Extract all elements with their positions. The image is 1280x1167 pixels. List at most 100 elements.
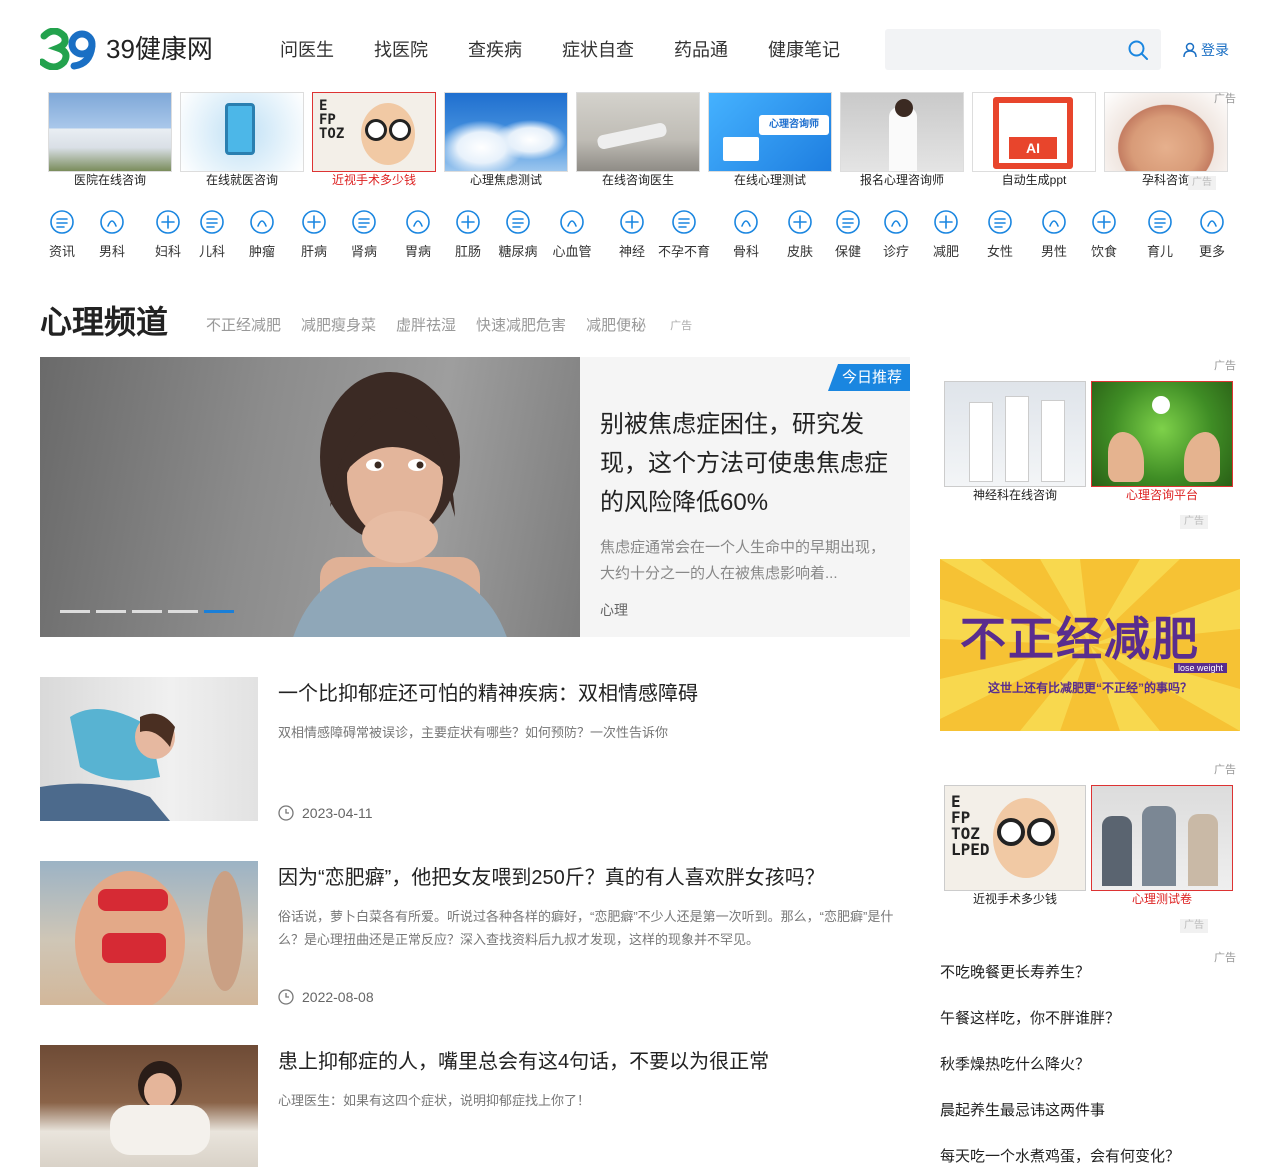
sidebar-ad-item[interactable]: E FP TOZ LPED 近视手术多少钱: [944, 785, 1086, 907]
category-food[interactable]: 饮食: [1082, 208, 1126, 260]
ad-close-button[interactable]: 广告: [1188, 176, 1216, 190]
login-link[interactable]: 登录: [1183, 40, 1229, 60]
channel-tag-link[interactable]: 不正经减肥: [206, 314, 281, 335]
category-diabetes[interactable]: 糖尿病: [488, 208, 548, 260]
diabetes-icon: [506, 210, 530, 234]
clock-icon: [278, 805, 294, 821]
category-health[interactable]: 保健: [826, 208, 870, 260]
carousel-dot[interactable]: [96, 610, 126, 613]
channel-tag-link[interactable]: 虚胖祛湿: [396, 314, 456, 335]
article-summary: 双相情感障碍常被误诊，主要症状有哪些？如何预防？一次性告诉你: [278, 725, 669, 740]
category-diet[interactable]: 减肥: [924, 208, 968, 260]
ad-caption: 报名心理咨询师: [859, 173, 944, 187]
article-thumbnail[interactable]: [40, 1045, 258, 1167]
ad-item[interactable]: 心理咨询师 在线心理测试: [708, 92, 832, 188]
article-date-text: 2022-08-08: [302, 989, 374, 1005]
site-logo[interactable]: 39健康网: [40, 28, 213, 70]
ad-close-button[interactable]: 广告: [1180, 515, 1208, 529]
hot-link[interactable]: 秋季燥热吃什么降火？: [940, 1054, 1240, 1076]
ad-item[interactable]: E FP TOZ 近视手术多少钱: [312, 92, 436, 188]
banner-en-label: lose weight: [1174, 663, 1228, 673]
sidebar-ad-item[interactable]: 心理咨询平台: [1091, 381, 1233, 503]
category-label: 胃病: [404, 244, 431, 259]
channel-tag-link[interactable]: 快速减肥危害: [476, 314, 566, 335]
category-more[interactable]: 更多: [1190, 208, 1234, 260]
category-clinic[interactable]: 诊疗: [874, 208, 918, 260]
carousel-dot[interactable]: [168, 610, 198, 613]
category-women[interactable]: 女性: [978, 208, 1022, 260]
category-liver[interactable]: 肝病: [292, 208, 336, 260]
search-input[interactable]: [885, 29, 1115, 70]
liver-icon: [302, 210, 326, 234]
category-parenting[interactable]: 育儿: [1138, 208, 1182, 260]
news-icon: [50, 210, 74, 234]
category-skin[interactable]: 皮肤: [778, 208, 822, 260]
article-title[interactable]: 患上抑郁症的人，嘴里总会有这4句话，不要以为很正常: [278, 1049, 769, 1075]
category-male[interactable]: 男科: [90, 208, 134, 260]
hot-link[interactable]: 每天吃一个水煮鸡蛋，会有何变化？: [940, 1146, 1240, 1167]
ad-close-button[interactable]: 广告: [1180, 919, 1208, 933]
male-icon: [100, 210, 124, 234]
ad-item[interactable]: 孕科咨询: [1104, 92, 1228, 188]
search-icon[interactable]: [1127, 39, 1149, 61]
category-stomach[interactable]: 胃病: [396, 208, 440, 260]
category-label: 骨科: [732, 244, 759, 259]
ad-image-strip: 医院在线咨询 在线就医咨询 E FP TOZ 近视手术多少钱 心理焦虑测试 在线咨询…: [40, 92, 1240, 192]
carousel-dot[interactable]: [132, 610, 162, 613]
article-title[interactable]: 因为“恋肥癖”，他把女友喂到250斤？真的有人喜欢胖女孩吗？: [278, 865, 825, 891]
hot-link[interactable]: 不吃晚餐更长寿养生？: [940, 962, 1240, 984]
category-kidney[interactable]: 肾病: [342, 208, 386, 260]
article-item[interactable]: 患上抑郁症的人，嘴里总会有这4句话，不要以为很正常 心理医生：如果有这四个症状，…: [40, 1045, 910, 1167]
ad-item[interactable]: AI 自动生成ppt: [972, 92, 1096, 188]
ad-item[interactable]: 在线咨询医生: [576, 92, 700, 188]
featured-article[interactable]: 今日推荐 别被焦虑症困住，研究发现，这个方法可使患焦虑症的风险降低60% 焦虑症…: [40, 357, 910, 637]
category-label: 诊疗: [882, 244, 909, 259]
featured-title[interactable]: 别被焦虑症困住，研究发现，这个方法可使患焦虑症的风险降低60%: [600, 405, 900, 522]
channel-tag-link[interactable]: 减肥便秘: [586, 314, 646, 335]
article-thumbnail[interactable]: [40, 861, 258, 1005]
ad-item[interactable]: 心理焦虑测试: [444, 92, 568, 188]
nav-item-diseases[interactable]: 查疾病: [468, 38, 522, 62]
category-child[interactable]: 儿科: [190, 208, 234, 260]
carousel-dot[interactable]: [60, 610, 90, 613]
ad-item[interactable]: 医院在线咨询: [48, 92, 172, 188]
nav-item-ask-doctor[interactable]: 问医生: [280, 38, 334, 62]
child-icon: [200, 210, 224, 234]
nav-item-drugs[interactable]: 药品通: [674, 38, 728, 62]
article-thumbnail-illustration: [40, 709, 175, 821]
category-label: 妇科: [154, 244, 181, 259]
category-infertility[interactable]: 不孕不育: [654, 208, 714, 260]
category-ortho[interactable]: 骨科: [724, 208, 768, 260]
sidebar-banner-ad[interactable]: 不正经减肥 lose weight 这世上还有比减肥更“不正经”的事吗？: [940, 559, 1240, 731]
infertility-icon: [672, 210, 696, 234]
parenting-icon: [1148, 210, 1172, 234]
hot-link[interactable]: 午餐这样吃，你不胖谁胖？: [940, 1008, 1240, 1030]
article-item[interactable]: 一个比抑郁症还可怕的精神疾病：双相情感障碍 双相情感障碍常被误诊，主要症状有哪些…: [40, 677, 910, 821]
category-neuro[interactable]: 神经: [610, 208, 654, 260]
article-title[interactable]: 一个比抑郁症还可怕的精神疾病：双相情感障碍: [278, 681, 698, 707]
category-news[interactable]: 资讯: [40, 208, 84, 260]
category-tumor[interactable]: 肿瘤: [240, 208, 284, 260]
ad-item[interactable]: 在线就医咨询: [180, 92, 304, 188]
category-anorectal[interactable]: 肛肠: [446, 208, 490, 260]
sidebar-ad-item[interactable]: 心理测试卷: [1091, 785, 1233, 907]
ad-thumb-text: 心理咨询师: [759, 115, 829, 135]
category-label: 减肥: [932, 244, 959, 259]
nav-item-health-notes[interactable]: 健康笔记: [768, 38, 840, 62]
category-cardio[interactable]: 心血管: [542, 208, 602, 260]
channel-tag-link[interactable]: 减肥瘦身菜: [301, 314, 376, 335]
featured-image[interactable]: [40, 357, 580, 637]
nav-item-find-hospital[interactable]: 找医院: [374, 38, 428, 62]
ad-item[interactable]: 报名心理咨询师: [840, 92, 964, 188]
article-thumbnail[interactable]: [40, 677, 258, 821]
sidebar-ad-item[interactable]: 神经科在线咨询: [944, 381, 1086, 503]
category-female[interactable]: 妇科: [146, 208, 190, 260]
featured-category-tag[interactable]: 心理: [600, 600, 628, 620]
sidebar-ad-thumbnail: [1091, 381, 1233, 487]
carousel-dot[interactable]: [204, 610, 234, 613]
category-men[interactable]: 男性: [1032, 208, 1076, 260]
article-item[interactable]: 因为“恋肥癖”，他把女友喂到250斤？真的有人喜欢胖女孩吗？ 俗话说，萝卜白菜各…: [40, 861, 910, 1005]
nav-item-symptom-check[interactable]: 症状自查: [562, 38, 634, 62]
ad-thumbnail: [444, 92, 568, 172]
hot-link[interactable]: 晨起养生最忌讳这两件事: [940, 1100, 1240, 1122]
